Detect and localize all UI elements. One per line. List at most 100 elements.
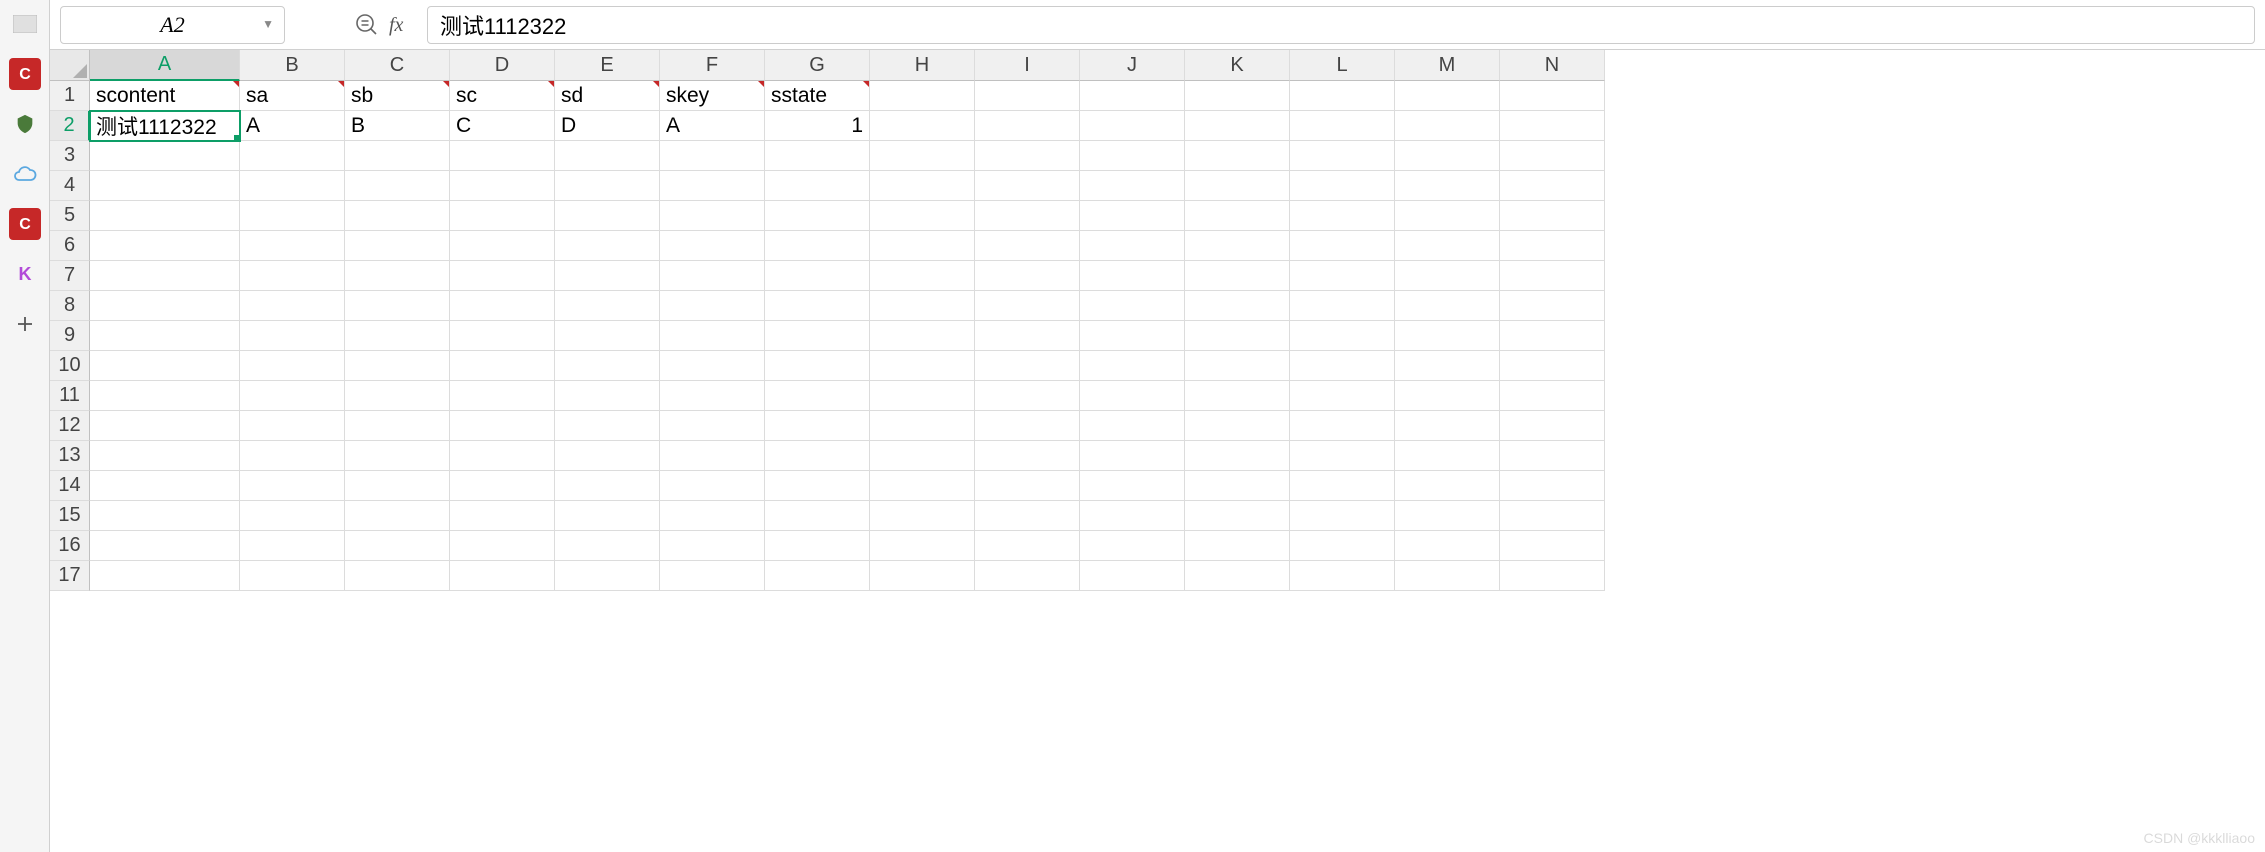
cell-i14[interactable] <box>975 471 1080 501</box>
cell-l16[interactable] <box>1290 531 1395 561</box>
cell-f17[interactable] <box>660 561 765 591</box>
cell-g10[interactable] <box>765 351 870 381</box>
row-header-13[interactable]: 13 <box>50 441 90 471</box>
cell-j9[interactable] <box>1080 321 1185 351</box>
cell-i5[interactable] <box>975 201 1080 231</box>
cell-l4[interactable] <box>1290 171 1395 201</box>
cell-d9[interactable] <box>450 321 555 351</box>
cell-i17[interactable] <box>975 561 1080 591</box>
cell-i8[interactable] <box>975 291 1080 321</box>
cell-d10[interactable] <box>450 351 555 381</box>
cell-e2[interactable]: D <box>555 111 660 141</box>
cell-g8[interactable] <box>765 291 870 321</box>
cell-g17[interactable] <box>765 561 870 591</box>
cell-j1[interactable] <box>1080 81 1185 111</box>
cell-g16[interactable] <box>765 531 870 561</box>
cell-f16[interactable] <box>660 531 765 561</box>
cell-b11[interactable] <box>240 381 345 411</box>
cell-h9[interactable] <box>870 321 975 351</box>
cell-n10[interactable] <box>1500 351 1605 381</box>
cell-c14[interactable] <box>345 471 450 501</box>
cell-i10[interactable] <box>975 351 1080 381</box>
cell-m12[interactable] <box>1395 411 1500 441</box>
cell-g11[interactable] <box>765 381 870 411</box>
row-header-5[interactable]: 5 <box>50 201 90 231</box>
cell-l11[interactable] <box>1290 381 1395 411</box>
cell-l12[interactable] <box>1290 411 1395 441</box>
cell-l7[interactable] <box>1290 261 1395 291</box>
cell-a11[interactable] <box>90 381 240 411</box>
cell-n3[interactable] <box>1500 141 1605 171</box>
cell-a2[interactable]: 测试1112322 <box>90 111 240 141</box>
cell-l14[interactable] <box>1290 471 1395 501</box>
cell-f5[interactable] <box>660 201 765 231</box>
cell-d8[interactable] <box>450 291 555 321</box>
column-header-c[interactable]: C <box>345 50 450 81</box>
cell-b5[interactable] <box>240 201 345 231</box>
cell-e9[interactable] <box>555 321 660 351</box>
column-header-d[interactable]: D <box>450 50 555 81</box>
sidebar-item-k[interactable]: K <box>9 258 41 290</box>
cell-i6[interactable] <box>975 231 1080 261</box>
cell-f8[interactable] <box>660 291 765 321</box>
cell-d2[interactable]: C <box>450 111 555 141</box>
cell-m6[interactable] <box>1395 231 1500 261</box>
cell-h16[interactable] <box>870 531 975 561</box>
column-header-k[interactable]: K <box>1185 50 1290 81</box>
cell-c5[interactable] <box>345 201 450 231</box>
cell-k14[interactable] <box>1185 471 1290 501</box>
cell-f12[interactable] <box>660 411 765 441</box>
cell-m3[interactable] <box>1395 141 1500 171</box>
search-equal-icon[interactable] <box>355 13 379 37</box>
cell-g7[interactable] <box>765 261 870 291</box>
cell-k2[interactable] <box>1185 111 1290 141</box>
cell-d4[interactable] <box>450 171 555 201</box>
cell-h12[interactable] <box>870 411 975 441</box>
cell-g2[interactable]: 1 <box>765 111 870 141</box>
cell-l3[interactable] <box>1290 141 1395 171</box>
column-header-m[interactable]: M <box>1395 50 1500 81</box>
cell-h7[interactable] <box>870 261 975 291</box>
row-header-14[interactable]: 14 <box>50 471 90 501</box>
cell-k17[interactable] <box>1185 561 1290 591</box>
cell-e1[interactable]: sd <box>555 81 660 111</box>
cell-n7[interactable] <box>1500 261 1605 291</box>
cell-j6[interactable] <box>1080 231 1185 261</box>
cell-c3[interactable] <box>345 141 450 171</box>
cell-g1[interactable]: sstate <box>765 81 870 111</box>
cell-h13[interactable] <box>870 441 975 471</box>
cell-m4[interactable] <box>1395 171 1500 201</box>
cell-k11[interactable] <box>1185 381 1290 411</box>
cell-g13[interactable] <box>765 441 870 471</box>
cell-h17[interactable] <box>870 561 975 591</box>
column-header-f[interactable]: F <box>660 50 765 81</box>
cell-j11[interactable] <box>1080 381 1185 411</box>
sidebar-item-add[interactable] <box>9 308 41 340</box>
cell-a14[interactable] <box>90 471 240 501</box>
cell-j2[interactable] <box>1080 111 1185 141</box>
cell-b8[interactable] <box>240 291 345 321</box>
sidebar-item-c2[interactable]: C <box>9 208 41 240</box>
cell-m11[interactable] <box>1395 381 1500 411</box>
cell-e4[interactable] <box>555 171 660 201</box>
cell-b2[interactable]: A <box>240 111 345 141</box>
cell-n16[interactable] <box>1500 531 1605 561</box>
cell-a16[interactable] <box>90 531 240 561</box>
cell-i13[interactable] <box>975 441 1080 471</box>
cell-c17[interactable] <box>345 561 450 591</box>
cell-a5[interactable] <box>90 201 240 231</box>
cell-h11[interactable] <box>870 381 975 411</box>
cell-j14[interactable] <box>1080 471 1185 501</box>
column-header-l[interactable]: L <box>1290 50 1395 81</box>
cell-m2[interactable] <box>1395 111 1500 141</box>
cell-m8[interactable] <box>1395 291 1500 321</box>
cell-f11[interactable] <box>660 381 765 411</box>
cell-e17[interactable] <box>555 561 660 591</box>
cell-a4[interactable] <box>90 171 240 201</box>
cell-e5[interactable] <box>555 201 660 231</box>
cell-k3[interactable] <box>1185 141 1290 171</box>
cell-a9[interactable] <box>90 321 240 351</box>
cell-d16[interactable] <box>450 531 555 561</box>
cell-h14[interactable] <box>870 471 975 501</box>
cell-m10[interactable] <box>1395 351 1500 381</box>
